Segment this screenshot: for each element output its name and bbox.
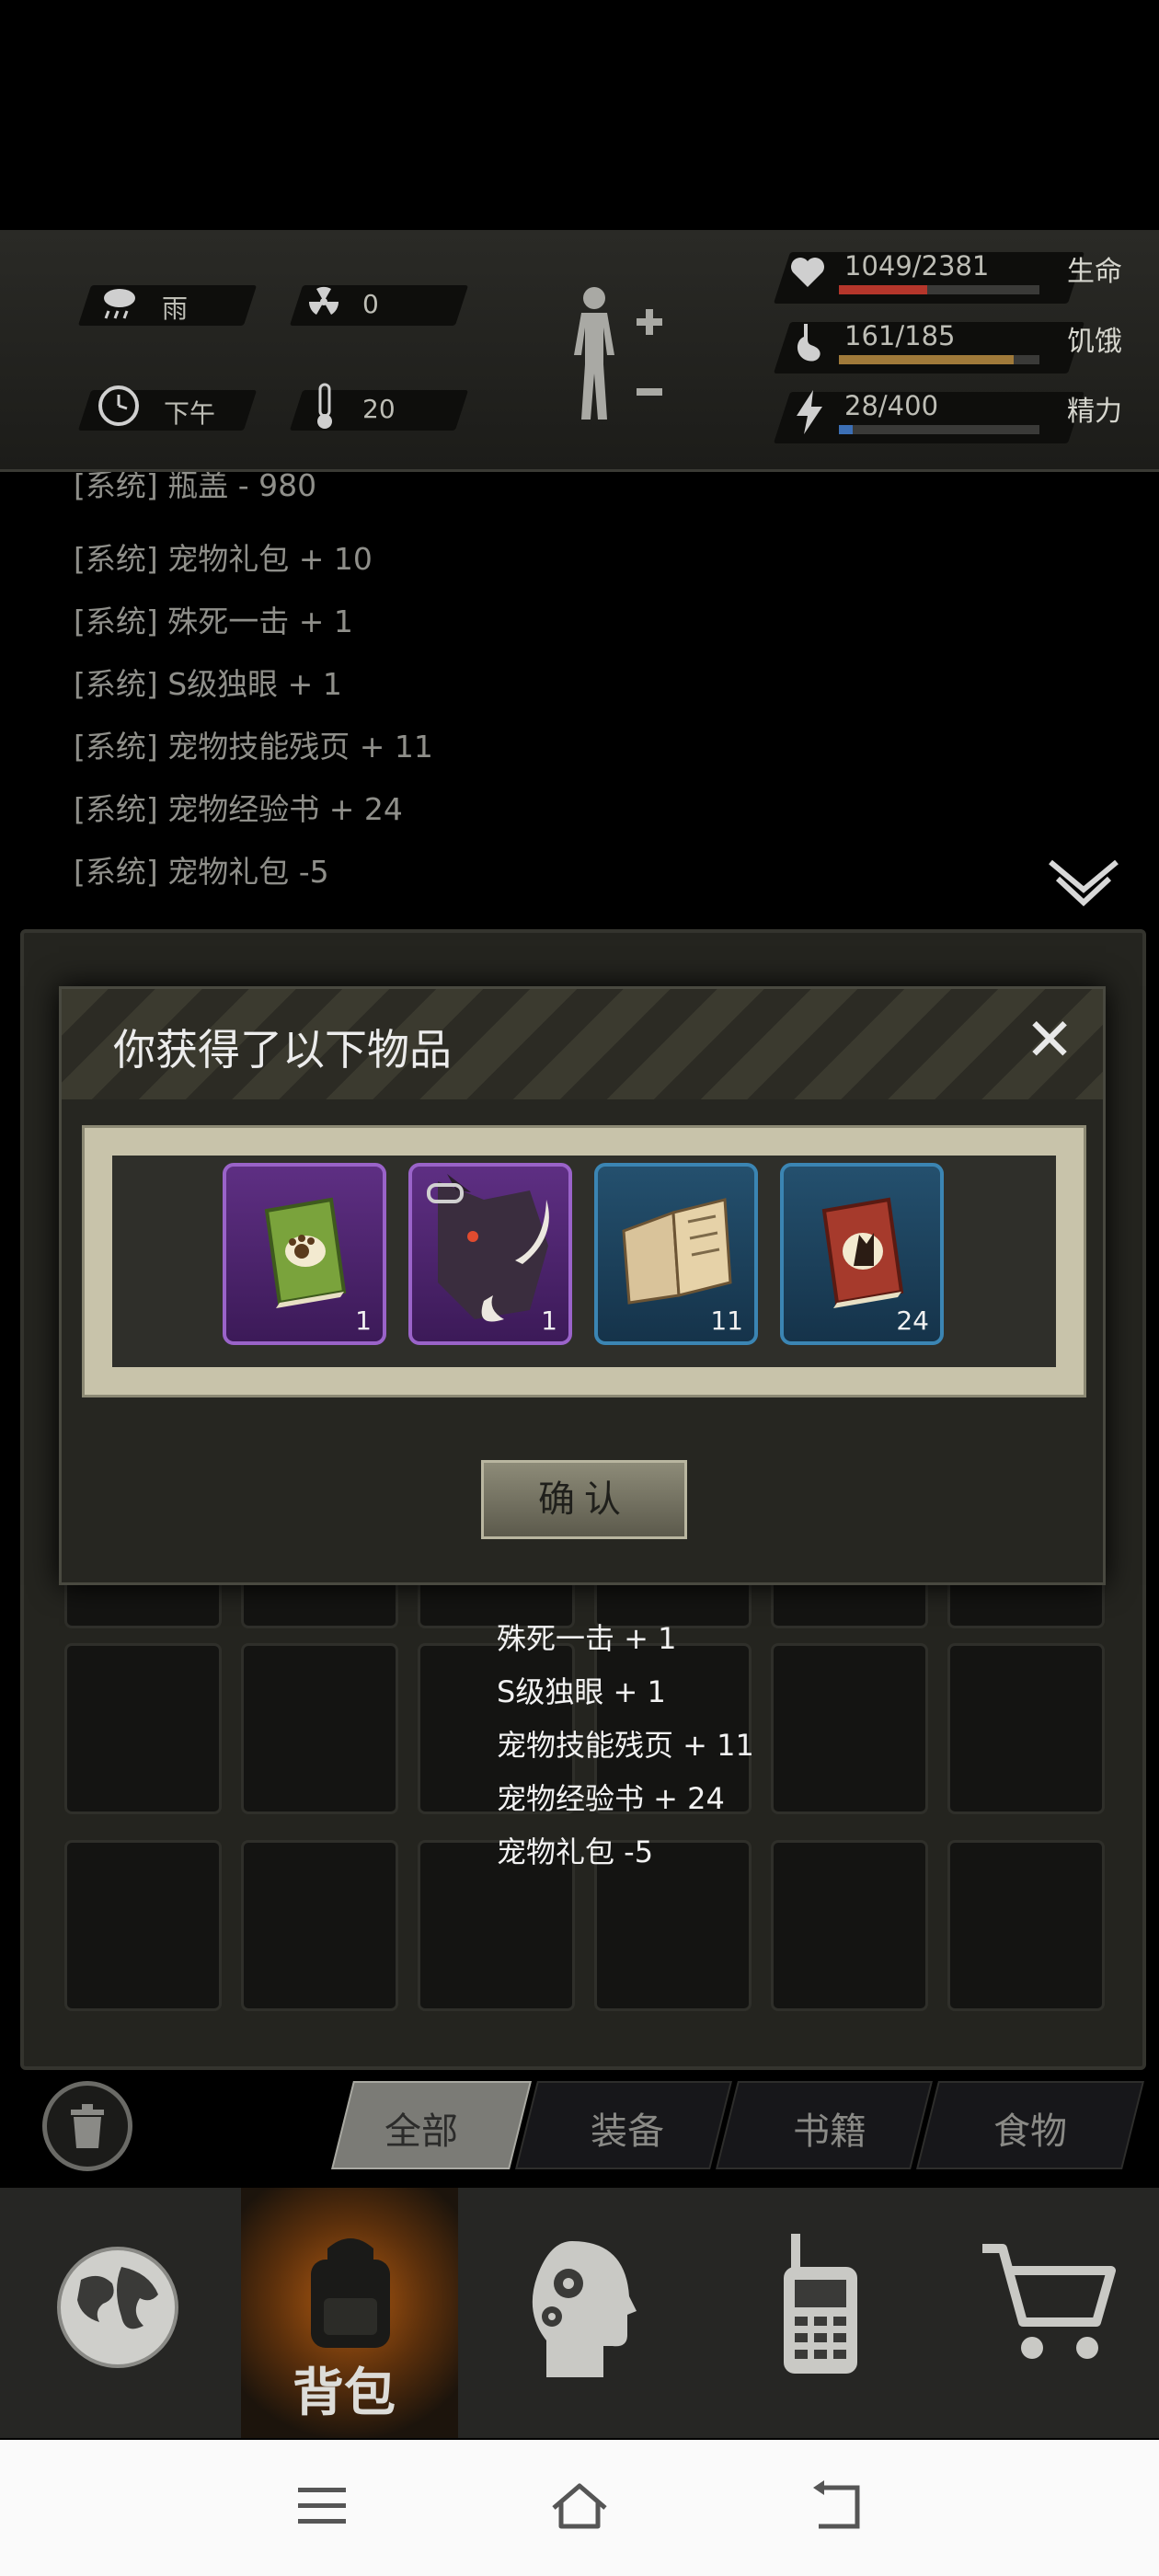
thermometer-icon: [317, 383, 332, 429]
reward-toast: S级独眼 + 1: [497, 1674, 666, 1709]
nav-backpack[interactable]: 背包: [241, 2188, 458, 2438]
health-bar: [839, 285, 1039, 294]
reward-toast: 宠物礼包 -5: [497, 1834, 654, 1869]
energy-label: 精力: [1067, 396, 1122, 428]
tab-equipment-label: 装备: [591, 2110, 664, 2153]
reward-toast: 宠物技能残页 + 11: [497, 1728, 754, 1763]
log-line: [系统] S级独眼 + 1: [74, 666, 342, 702]
log-line: [系统] 宠物经验书 + 24: [74, 791, 403, 827]
weather-value: 雨: [162, 293, 189, 324]
inventory-slot[interactable]: [947, 1840, 1105, 2011]
reward-items-box: 1 1 11 24: [82, 1125, 1086, 1397]
reward-item[interactable]: 1: [223, 1163, 386, 1345]
inventory-slot[interactable]: [64, 1643, 222, 1814]
nav-radio[interactable]: [699, 2188, 940, 2438]
reward-item[interactable]: 11: [594, 1163, 758, 1345]
reward-item-count: 1: [355, 1305, 372, 1336]
reward-item-count: 1: [541, 1305, 557, 1336]
back-icon[interactable]: [809, 2480, 865, 2532]
cart-icon: [982, 2244, 1116, 2359]
health-bar-fill: [839, 285, 927, 294]
hunger-bar: [839, 355, 1039, 364]
home-icon[interactable]: [548, 2480, 611, 2532]
inventory-slot[interactable]: [947, 1643, 1105, 1814]
inventory-slot[interactable]: [241, 1643, 398, 1814]
radiation-value: 0: [362, 289, 379, 319]
energy-bar: [839, 425, 1039, 434]
globe-icon: [57, 2247, 178, 2368]
system-nav-bar: [0, 2440, 1159, 2576]
health-label: 生命: [1067, 256, 1122, 288]
nav-skills[interactable]: [458, 2188, 699, 2438]
time-value: 下午: [164, 398, 216, 429]
log-line: [系统] 宠物礼包 + 10: [74, 541, 373, 577]
reward-item[interactable]: 1: [408, 1163, 572, 1345]
radio-icon: [784, 2234, 857, 2374]
reward-item[interactable]: 24: [780, 1163, 944, 1345]
rain-cloud-icon: [104, 289, 135, 319]
reward-dialog: 你获得了以下物品 ✕ 1 1 11 24 确认: [59, 986, 1106, 1585]
status-panel: 雨 0 下午 20 1049/2381 生命 161/185 饥饿 28/400…: [0, 230, 1159, 472]
reward-item-count: 24: [896, 1305, 929, 1336]
log-line: [系统] 瓶盖 - 980: [74, 472, 317, 503]
nav-shop[interactable]: [940, 2188, 1159, 2438]
torn-pages-icon: [622, 1198, 732, 1305]
clock-icon: [98, 385, 139, 426]
reward-toast: 宠物经验书 + 24: [497, 1781, 725, 1816]
stomach-icon: [797, 324, 820, 362]
trash-button[interactable]: [42, 2081, 132, 2171]
message-log[interactable]: [系统] 瓶盖 - 980 [系统] 宠物礼包 + 10 [系统] 殊死一击 +…: [0, 472, 1159, 923]
nav-backpack-label: 背包: [293, 2363, 396, 2423]
reward-item-count: 11: [710, 1305, 743, 1336]
reward-toast: 殊死一击 + 1: [497, 1621, 677, 1656]
lightning-icon: [797, 390, 822, 434]
inventory-slot[interactable]: [241, 1840, 398, 2011]
energy-bar-fill: [839, 425, 854, 434]
red-paw-book-icon: [821, 1197, 904, 1308]
head-gears-icon: [532, 2241, 637, 2377]
log-line: [系统] 宠物技能残页 + 11: [74, 729, 433, 765]
menu-icon[interactable]: [296, 2484, 348, 2528]
confirm-button[interactable]: 确认: [481, 1460, 687, 1539]
paw-book-icon: [264, 1197, 347, 1308]
radiation-icon: [308, 286, 339, 315]
backpack-icon: [311, 2238, 390, 2348]
hunger-label: 饥饿: [1067, 326, 1122, 358]
close-button[interactable]: ✕: [1018, 1011, 1081, 1074]
tab-food-label: 食物: [993, 2110, 1067, 2153]
body-status-icon[interactable]: [561, 282, 671, 438]
health-value: 1049/2381: [844, 250, 990, 282]
inventory-slot[interactable]: [64, 1840, 222, 2011]
inventory-slot[interactable]: [771, 1840, 928, 2011]
nav-world[interactable]: [0, 2188, 241, 2438]
boar-head-icon: [427, 1174, 549, 1322]
temperature-value: 20: [362, 394, 396, 424]
dialog-title: 你获得了以下物品: [113, 1025, 452, 1075]
energy-value: 28/400: [844, 390, 939, 421]
trash-icon: [71, 2104, 104, 2148]
heart-icon: [791, 258, 824, 287]
reward-items-strip: 1 1 11 24: [112, 1156, 1056, 1367]
inventory-slot[interactable]: [771, 1643, 928, 1814]
bottom-nav: 背包: [0, 2188, 1159, 2438]
log-line: [系统] 殊死一击 + 1: [74, 604, 353, 639]
double-chevron-down-icon[interactable]: [1047, 858, 1120, 910]
hunger-value: 161/185: [844, 320, 956, 351]
hunger-bar-fill: [839, 355, 1014, 364]
log-line: [系统] 宠物礼包 -5: [74, 854, 329, 890]
tab-books-label: 书籍: [793, 2110, 866, 2153]
tab-all-label: 全部: [384, 2110, 458, 2153]
